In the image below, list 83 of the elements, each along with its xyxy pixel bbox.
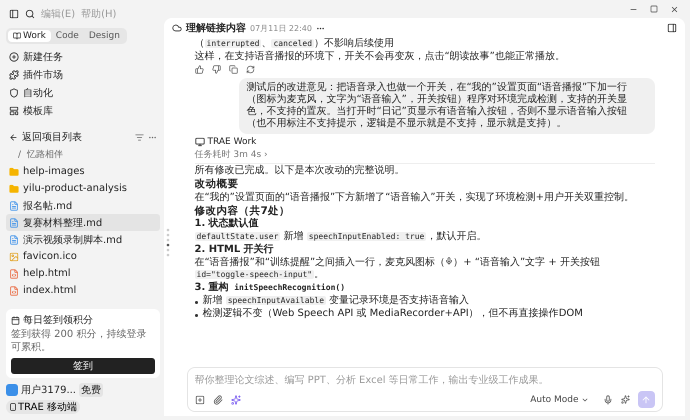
message-text: 在“语音播报”和“训练提醒”之间插入一行，麦克风图标（ ）+ “语音输入”文字 + 开关按钮 id="toggle-speech-input" 。 xyxy=(194,257,601,282)
file-item[interactable]: help.html xyxy=(6,265,160,282)
mode-tab[interactable]: Design xyxy=(84,30,125,42)
file-item[interactable]: 复赛材料整理.md xyxy=(6,214,160,231)
breadcrumb-item[interactable]: 忆路相伴 xyxy=(27,148,64,161)
subsection-heading: 3. 重构 initSpeechRecognition() xyxy=(194,282,346,294)
mobile-app-button[interactable]: TRAE 移动端 xyxy=(6,400,80,414)
thumbs-up-icon[interactable] xyxy=(194,65,204,74)
folder-icon xyxy=(9,166,19,176)
message-text: defaultState.user 新增 speechInputEnabled: true ，默认开启。 xyxy=(194,231,488,244)
file-item[interactable]: 报名帖.md xyxy=(6,197,160,214)
avatar[interactable] xyxy=(6,384,18,396)
document-icon xyxy=(9,218,19,228)
microphone-icon[interactable] xyxy=(602,394,612,404)
sparkles-icon[interactable] xyxy=(230,394,240,404)
mode-dropdown[interactable]: Auto Mode xyxy=(524,394,594,406)
close-icon[interactable] xyxy=(670,4,679,14)
message-input[interactable]: 帮你整理论文综述、编写 PPT、分析 Excel 等日常工作，输出专业级工作成果。 Auto Mode xyxy=(186,367,662,412)
promo-title: 每日签到领积分 xyxy=(23,314,93,327)
breadcrumb-item[interactable]: / xyxy=(18,150,22,160)
cloud-icon xyxy=(172,23,182,33)
code-file-icon xyxy=(9,286,19,296)
file-item[interactable]: favicon.ico xyxy=(6,248,160,265)
back-arrow-icon[interactable] xyxy=(9,132,18,142)
plan-badge: 免费 xyxy=(79,383,103,397)
folder-icon xyxy=(9,184,19,194)
document-icon xyxy=(9,200,19,210)
file-item[interactable]: index.html xyxy=(6,282,160,299)
list-item-text: 新增 speechInputAvailable 变量记录环境是否支持语音输入 xyxy=(202,295,470,308)
attachment-icon[interactable] xyxy=(212,394,222,404)
user-message-bubble: 测试后的改进意见：把语音录入也做一个开关，在“我的”设置页面“语音播报”下加一行（图标为麦克风，文字为“语音输入”，开关按钮）程序对环境完成检测，支持的开关显色，不支持的置灰。当打开时“日记”页显示有语音输入按钮，否则不显示语音输入按钮（也不用标注不支持提示，逻辑是不显示就是不支持，显示就是支持）。 xyxy=(238,78,654,134)
file-item[interactable]: help-images xyxy=(6,163,160,180)
image-icon xyxy=(9,252,19,262)
mode-tab[interactable]: Work xyxy=(8,30,51,42)
nav-icon xyxy=(9,106,19,116)
code-file-icon xyxy=(9,268,19,278)
sparkle-icon[interactable] xyxy=(620,395,630,404)
add-icon[interactable] xyxy=(194,394,204,404)
copy-icon[interactable] xyxy=(228,65,238,74)
subsection-heading: 2. HTML 开关行 xyxy=(194,244,275,256)
phone-icon xyxy=(9,403,17,411)
file-item[interactable]: 演示视频录制脚本.md xyxy=(6,231,160,248)
task-title: 理解链接内容 xyxy=(186,21,246,35)
bullet-icon xyxy=(194,314,198,318)
microphone-icon xyxy=(445,257,454,266)
nav-item[interactable]: 新建任务 xyxy=(23,50,63,64)
agent-name: TRAE Work xyxy=(208,137,256,147)
book-icon xyxy=(13,32,21,40)
nav-icon xyxy=(9,52,19,62)
task-duration[interactable]: 任务耗时 3m 4s › xyxy=(194,148,654,164)
bullet-icon xyxy=(194,301,198,304)
section-heading: 修改内容（共7处） xyxy=(194,204,291,218)
calendar-icon xyxy=(11,316,20,324)
message-text: 这样，在支持语音播报的环境下，开关不会再变灰，点击“朗读故事”也能正常播放。 xyxy=(194,51,566,63)
nav-item[interactable]: 模板库 xyxy=(23,104,53,118)
promo-text: 签到获得 200 积分，持续登录可累积。 xyxy=(11,329,148,354)
nav-icon xyxy=(9,70,19,80)
monitor-icon xyxy=(194,137,204,147)
arrow-up-icon xyxy=(641,394,651,404)
document-icon xyxy=(9,234,19,244)
file-item[interactable]: yilu-product-analysis xyxy=(6,180,160,197)
nav-icon xyxy=(9,88,19,98)
check-in-button[interactable]: 签到 xyxy=(11,358,155,374)
list-item-text: 检测逻辑不变（Web Speech API 或 MediaRecorder+API），但不再直接操作DOM xyxy=(202,308,583,320)
scroll-dots-drawing xyxy=(166,228,170,258)
search-icon[interactable] xyxy=(25,9,35,19)
user-name[interactable]: 用户3179... xyxy=(21,383,76,397)
task-time: 07月11日 22:40 xyxy=(250,22,312,34)
filter-icon[interactable] xyxy=(135,132,144,142)
back-link[interactable]: 返回项目列表 xyxy=(22,130,82,144)
message-text: 所有修改已完成。以下是本次改动的完整说明。 xyxy=(194,165,406,177)
panel-toggle-icon[interactable] xyxy=(667,23,677,33)
section-heading: 改动概要 xyxy=(194,178,240,191)
subsection-heading: 1. 状态默认值 xyxy=(194,218,260,230)
refresh-icon[interactable] xyxy=(246,65,254,74)
nav-item[interactable]: 自动化 xyxy=(23,86,53,100)
message-text: （ interrupted 、 canceled ）不影响后续使用 xyxy=(194,38,396,50)
mode-tab[interactable]: Code xyxy=(50,30,84,42)
message-text: 在“我的”设置页面的“语音播报”下方新增了“语音输入”开关，实现了环境检测+用户开关双重控制。 xyxy=(194,192,635,204)
maximize-icon[interactable] xyxy=(650,5,658,13)
nav-item[interactable]: 插件市场 xyxy=(23,68,63,82)
thumbs-down-icon[interactable] xyxy=(212,65,220,74)
sidebar-toggle-icon[interactable] xyxy=(9,9,19,19)
